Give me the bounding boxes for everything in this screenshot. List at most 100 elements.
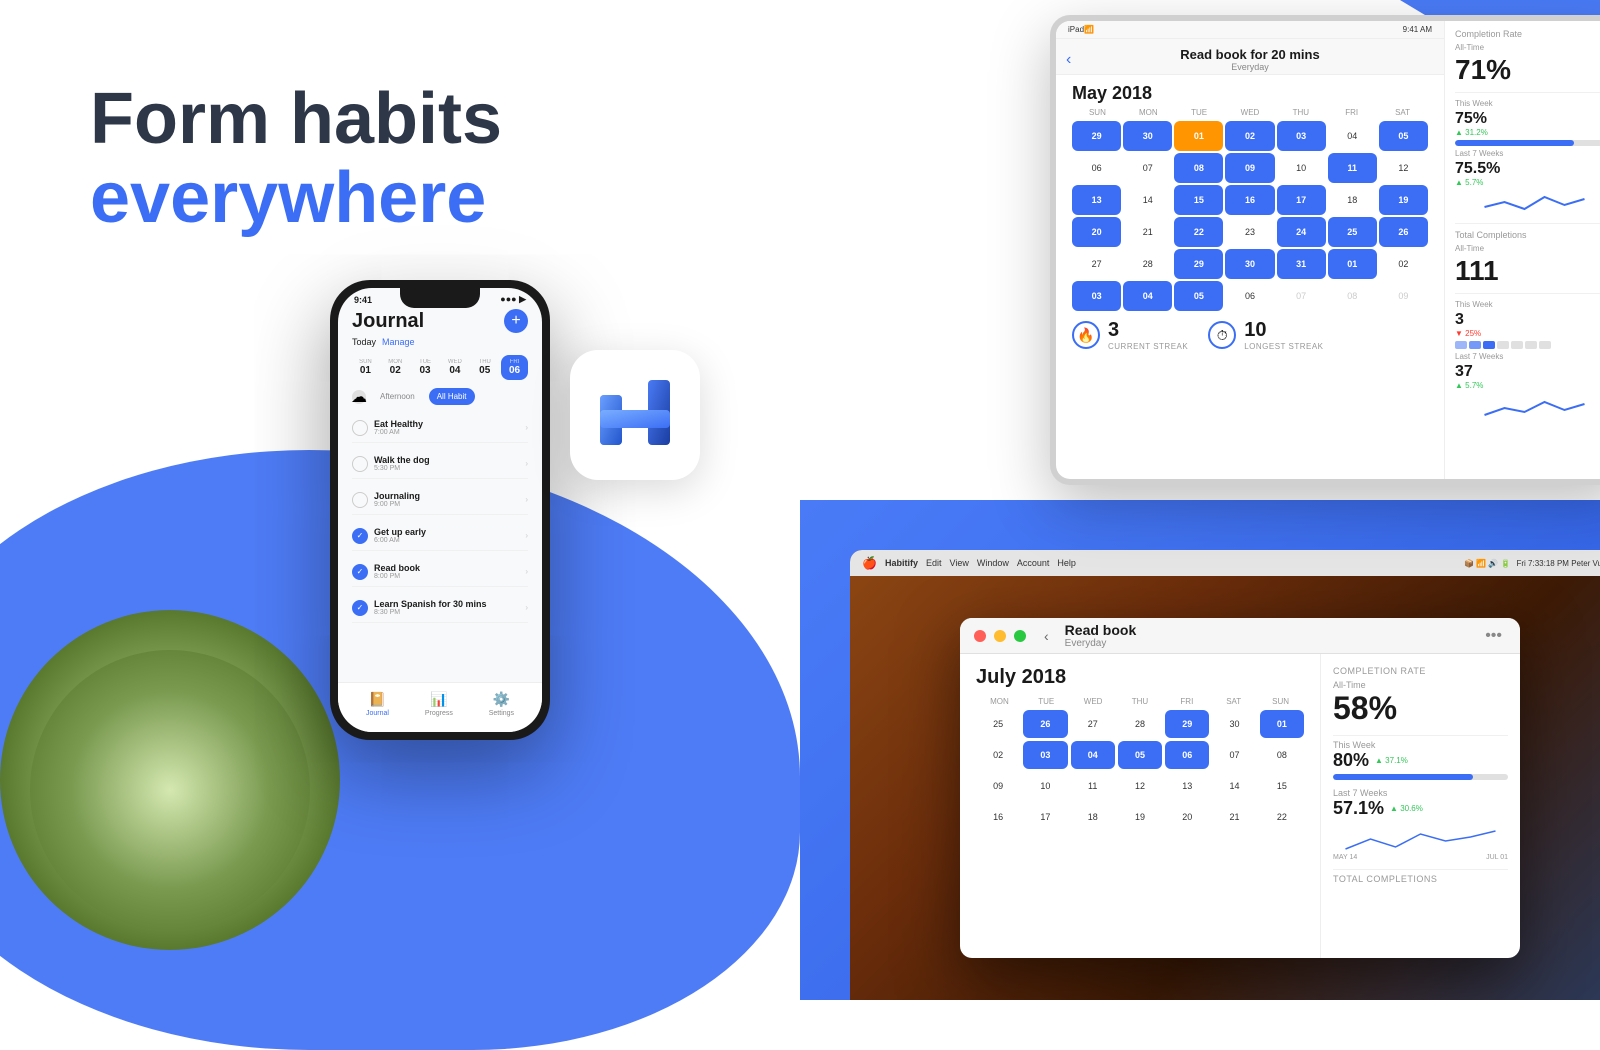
cal-r5-29[interactable]: 29 [1174, 249, 1223, 279]
cal-27[interactable]: 27 [1072, 249, 1121, 279]
cal-r6-06[interactable]: 06 [1225, 281, 1274, 311]
mac-cal-r4-20[interactable]: 20 [1165, 803, 1209, 831]
cal-16[interactable]: 16 [1225, 185, 1274, 215]
ipad-back-button[interactable]: ‹ [1066, 51, 1071, 69]
cal-r5-02[interactable]: 02 [1379, 249, 1428, 279]
mac-cal-r3-09[interactable]: 09 [976, 772, 1020, 800]
mac-cal-r2-04[interactable]: 04 [1071, 741, 1115, 769]
habit-check-learn-spanish[interactable]: ✓ [352, 600, 368, 616]
cal-r5-30[interactable]: 30 [1225, 249, 1274, 279]
mac-cal-r4-17[interactable]: 17 [1023, 803, 1067, 831]
habit-learn-spanish[interactable]: ✓ Learn Spanish for 30 mins 8:30 PM › [352, 593, 528, 623]
mac-cal-28[interactable]: 28 [1118, 710, 1162, 738]
habit-check-read-book[interactable]: ✓ [352, 564, 368, 580]
cal-03[interactable]: 03 [1277, 121, 1326, 151]
mac-minimize-button[interactable] [994, 630, 1006, 642]
mac-cal-25[interactable]: 25 [976, 710, 1020, 738]
date-wed[interactable]: WED 04 [441, 355, 468, 380]
habit-check-walk-dog[interactable] [352, 456, 368, 472]
date-mon[interactable]: MON 02 [382, 355, 409, 380]
mac-cal-r2-06[interactable]: 06 [1165, 741, 1209, 769]
mac-cal-r3-12[interactable]: 12 [1118, 772, 1162, 800]
cal-r6-03[interactable]: 03 [1072, 281, 1121, 311]
mac-cal-01[interactable]: 01 [1260, 710, 1304, 738]
date-tue[interactable]: TUE 03 [412, 355, 439, 380]
mac-cal-r4-18[interactable]: 18 [1071, 803, 1115, 831]
date-sun[interactable]: SUN 01 [352, 355, 379, 380]
cal-09[interactable]: 09 [1225, 153, 1274, 183]
cal-08[interactable]: 08 [1174, 153, 1223, 183]
mac-back-button[interactable]: ‹ [1044, 628, 1049, 644]
cal-25[interactable]: 25 [1328, 217, 1377, 247]
mac-cal-r4-21[interactable]: 21 [1212, 803, 1256, 831]
mac-cal-r2-07[interactable]: 07 [1212, 741, 1256, 769]
mac-cal-27[interactable]: 27 [1071, 710, 1115, 738]
cal-26[interactable]: 26 [1379, 217, 1428, 247]
nav-progress[interactable]: 📊 Progress [425, 691, 453, 717]
cal-r5-31[interactable]: 31 [1277, 249, 1326, 279]
mac-menu-window[interactable]: Window [977, 558, 1009, 568]
cal-02[interactable]: 02 [1225, 121, 1274, 151]
cal-10[interactable]: 10 [1277, 153, 1326, 183]
mac-cal-26[interactable]: 26 [1023, 710, 1067, 738]
mac-cal-r3-15[interactable]: 15 [1260, 772, 1304, 800]
mac-close-button[interactable] [974, 630, 986, 642]
habit-walk-dog[interactable]: Walk the dog 5:30 PM › [352, 449, 528, 479]
mac-menu-view[interactable]: View [949, 558, 968, 568]
nav-settings[interactable]: ⚙️ Settings [489, 691, 514, 717]
add-habit-button[interactable]: + [504, 309, 528, 333]
cal-28[interactable]: 28 [1123, 249, 1172, 279]
cal-12[interactable]: 12 [1379, 153, 1428, 183]
nav-journal[interactable]: 📔 Journal [366, 691, 389, 717]
cal-11[interactable]: 11 [1328, 153, 1377, 183]
cal-17[interactable]: 17 [1277, 185, 1326, 215]
cal-21[interactable]: 21 [1123, 217, 1172, 247]
mac-cal-r3-13[interactable]: 13 [1165, 772, 1209, 800]
mac-cal-02[interactable]: 02 [976, 741, 1020, 769]
mac-cal-29[interactable]: 29 [1165, 710, 1209, 738]
cal-30[interactable]: 30 [1123, 121, 1172, 151]
afternoon-filter[interactable]: Afternoon [372, 388, 423, 405]
date-thu[interactable]: THU 05 [471, 355, 498, 380]
cal-13[interactable]: 13 [1072, 185, 1121, 215]
habit-eat-healthy[interactable]: Eat Healthy 7:00 AM › [352, 413, 528, 443]
cal-04[interactable]: 04 [1328, 121, 1377, 151]
cal-r5-01[interactable]: 01 [1328, 249, 1377, 279]
cal-05[interactable]: 05 [1379, 121, 1428, 151]
cal-06[interactable]: 06 [1072, 153, 1121, 183]
all-habit-filter[interactable]: All Habit [429, 388, 475, 405]
mac-cal-r2-05[interactable]: 05 [1118, 741, 1162, 769]
habit-get-up-early[interactable]: ✓ Get up early 6:00 AM › [352, 521, 528, 551]
cal-15[interactable]: 15 [1174, 185, 1223, 215]
mac-more-button[interactable]: ••• [1485, 627, 1502, 645]
mac-cal-r3-14[interactable]: 14 [1212, 772, 1256, 800]
habit-read-book[interactable]: ✓ Read book 8:00 PM › [352, 557, 528, 587]
mac-menu-account[interactable]: Account [1017, 558, 1050, 568]
cal-22[interactable]: 22 [1174, 217, 1223, 247]
cal-29[interactable]: 29 [1072, 121, 1121, 151]
mac-cal-r3-11[interactable]: 11 [1071, 772, 1115, 800]
mac-cal-r2-08[interactable]: 08 [1260, 741, 1304, 769]
habit-journaling[interactable]: Journaling 9:00 PM › [352, 485, 528, 515]
mac-cal-r4-19[interactable]: 19 [1118, 803, 1162, 831]
date-fri-active[interactable]: FRI 06 [501, 355, 528, 380]
cal-24[interactable]: 24 [1277, 217, 1326, 247]
mac-maximize-button[interactable] [1014, 630, 1026, 642]
cal-14[interactable]: 14 [1123, 185, 1172, 215]
cal-r6-04[interactable]: 04 [1123, 281, 1172, 311]
cal-r6-05[interactable]: 05 [1174, 281, 1223, 311]
habit-check-journaling[interactable] [352, 492, 368, 508]
cal-07[interactable]: 07 [1123, 153, 1172, 183]
mac-cal-r2-03[interactable]: 03 [1023, 741, 1067, 769]
cal-20[interactable]: 20 [1072, 217, 1121, 247]
manage-label[interactable]: Manage [382, 337, 415, 347]
cal-01[interactable]: 01 [1174, 121, 1223, 151]
habit-check-get-up-early[interactable]: ✓ [352, 528, 368, 544]
mac-cal-r3-10[interactable]: 10 [1023, 772, 1067, 800]
mac-cal-30[interactable]: 30 [1212, 710, 1256, 738]
cal-23[interactable]: 23 [1225, 217, 1274, 247]
cal-19[interactable]: 19 [1379, 185, 1428, 215]
mac-menu-edit[interactable]: Edit [926, 558, 942, 568]
mac-cal-r4-16[interactable]: 16 [976, 803, 1020, 831]
cal-18[interactable]: 18 [1328, 185, 1377, 215]
